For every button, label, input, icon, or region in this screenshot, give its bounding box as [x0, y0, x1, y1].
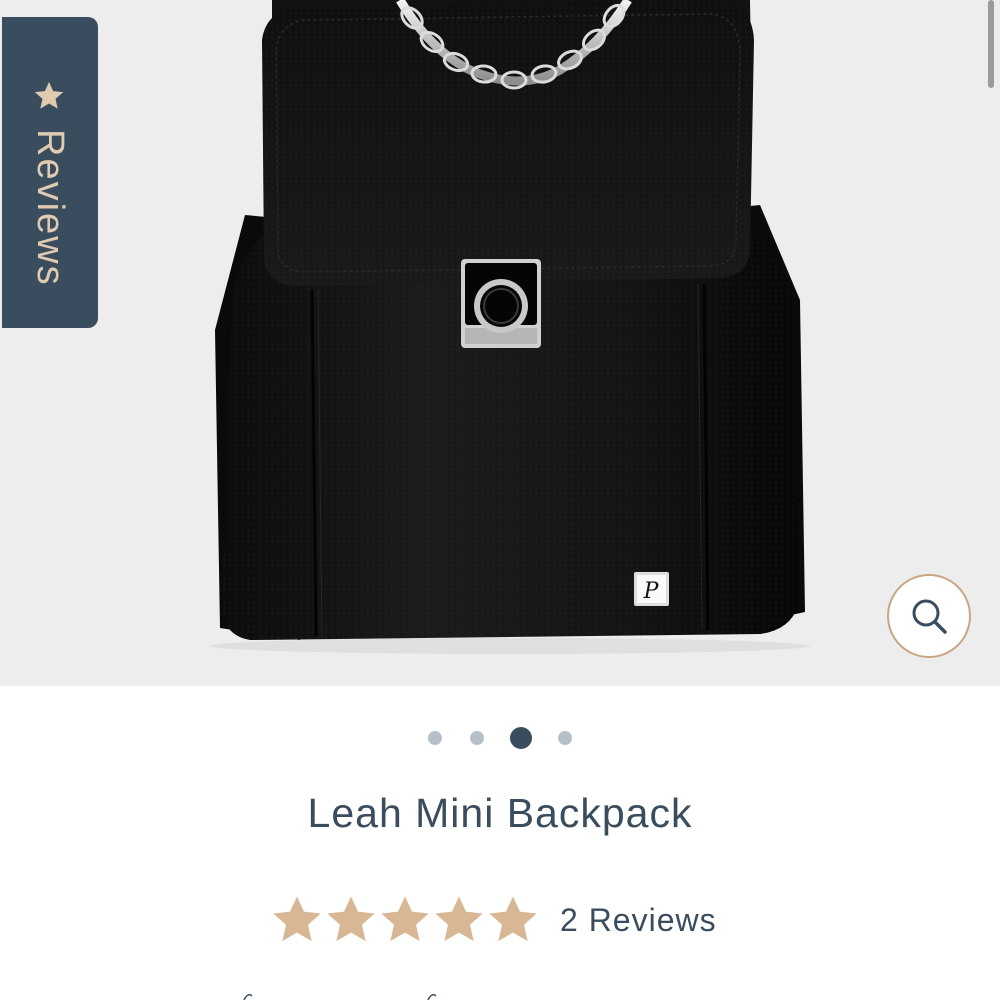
carousel-dot-1[interactable]: [428, 731, 442, 745]
star-icon: [34, 81, 64, 109]
review-count-link[interactable]: 2 Reviews: [560, 902, 717, 939]
rating-stars: [270, 893, 540, 947]
product-title: Leah Mini Backpack: [307, 790, 693, 836]
star-icon: [381, 896, 429, 942]
carousel-dot-3[interactable]: [510, 727, 532, 749]
star-icon: [489, 896, 537, 942]
product-image[interactable]: P: [0, 0, 1000, 686]
product-rating[interactable]: 2 Reviews: [270, 892, 717, 948]
product-image-gallery[interactable]: P Reviews: [0, 0, 1000, 686]
star-icon: [435, 896, 483, 942]
next-section-peek: [243, 993, 437, 1000]
star-icon: [327, 896, 375, 942]
reviews-side-tab[interactable]: Reviews: [2, 17, 98, 328]
reviews-tab-label: Reviews: [29, 129, 71, 287]
zoom-button[interactable]: [887, 574, 971, 658]
carousel-dot-4[interactable]: [558, 731, 572, 745]
carousel-pagination: [0, 725, 1000, 751]
magnifier-icon: [912, 599, 947, 634]
carousel-dot-2[interactable]: [470, 731, 484, 745]
star-icon: [273, 896, 321, 942]
scrollbar[interactable]: [988, 0, 994, 88]
product-page: P Reviews Leah Mini Backpack 2 Reviews: [0, 0, 1000, 1000]
svg-text:P: P: [643, 579, 660, 604]
